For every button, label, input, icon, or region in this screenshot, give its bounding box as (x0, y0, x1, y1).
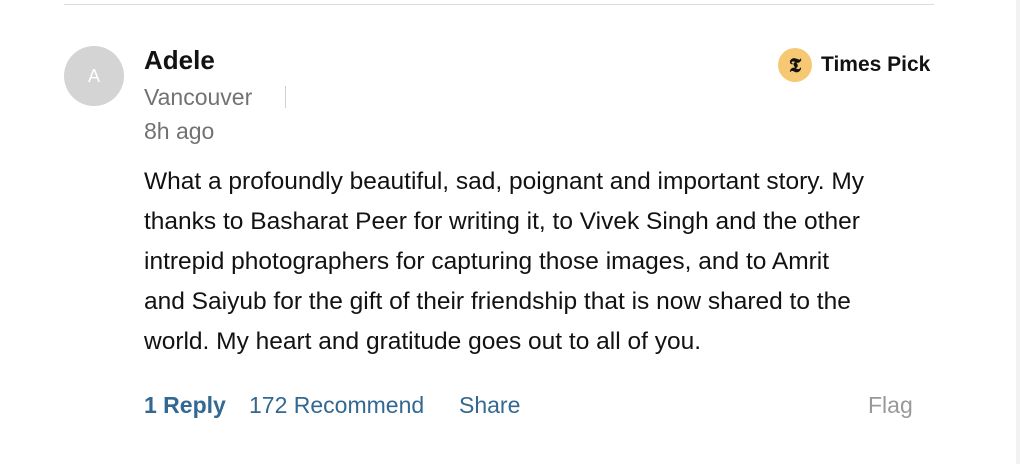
nyt-t-logo-icon: 𝕿 (778, 48, 812, 82)
comment-line: thanks to Basharat Peer for writing it, … (144, 208, 860, 235)
comment-timestamp: 8h ago (144, 118, 215, 144)
comment-line: intrepid photographers for capturing tho… (144, 248, 830, 275)
comment-body: What a profoundly beautiful, sad, poigna… (144, 162, 944, 362)
avatar-initial: A (87, 65, 100, 86)
scroll-gutter (1016, 0, 1020, 464)
share-button[interactable]: Share (459, 390, 520, 420)
comment-line: and Saiyub for the gift of their friends… (144, 288, 851, 315)
recommend-button[interactable]: 172 Recommend (249, 390, 424, 420)
times-pick-badge: 𝕿 Times Pick (778, 48, 930, 82)
location-separator (285, 86, 286, 108)
times-pick-label: Times Pick (821, 53, 931, 76)
avatar[interactable]: A (64, 46, 124, 106)
author-name[interactable]: Adele (144, 44, 215, 76)
author-location: Vancouver (144, 84, 253, 110)
comment-line: world. My heart and gratitude goes out t… (144, 328, 702, 355)
comment-line: What a profoundly beautiful, sad, poigna… (144, 168, 864, 195)
top-divider (64, 4, 934, 5)
reply-button[interactable]: 1 Reply (144, 390, 226, 420)
flag-button[interactable]: Flag (868, 390, 913, 420)
